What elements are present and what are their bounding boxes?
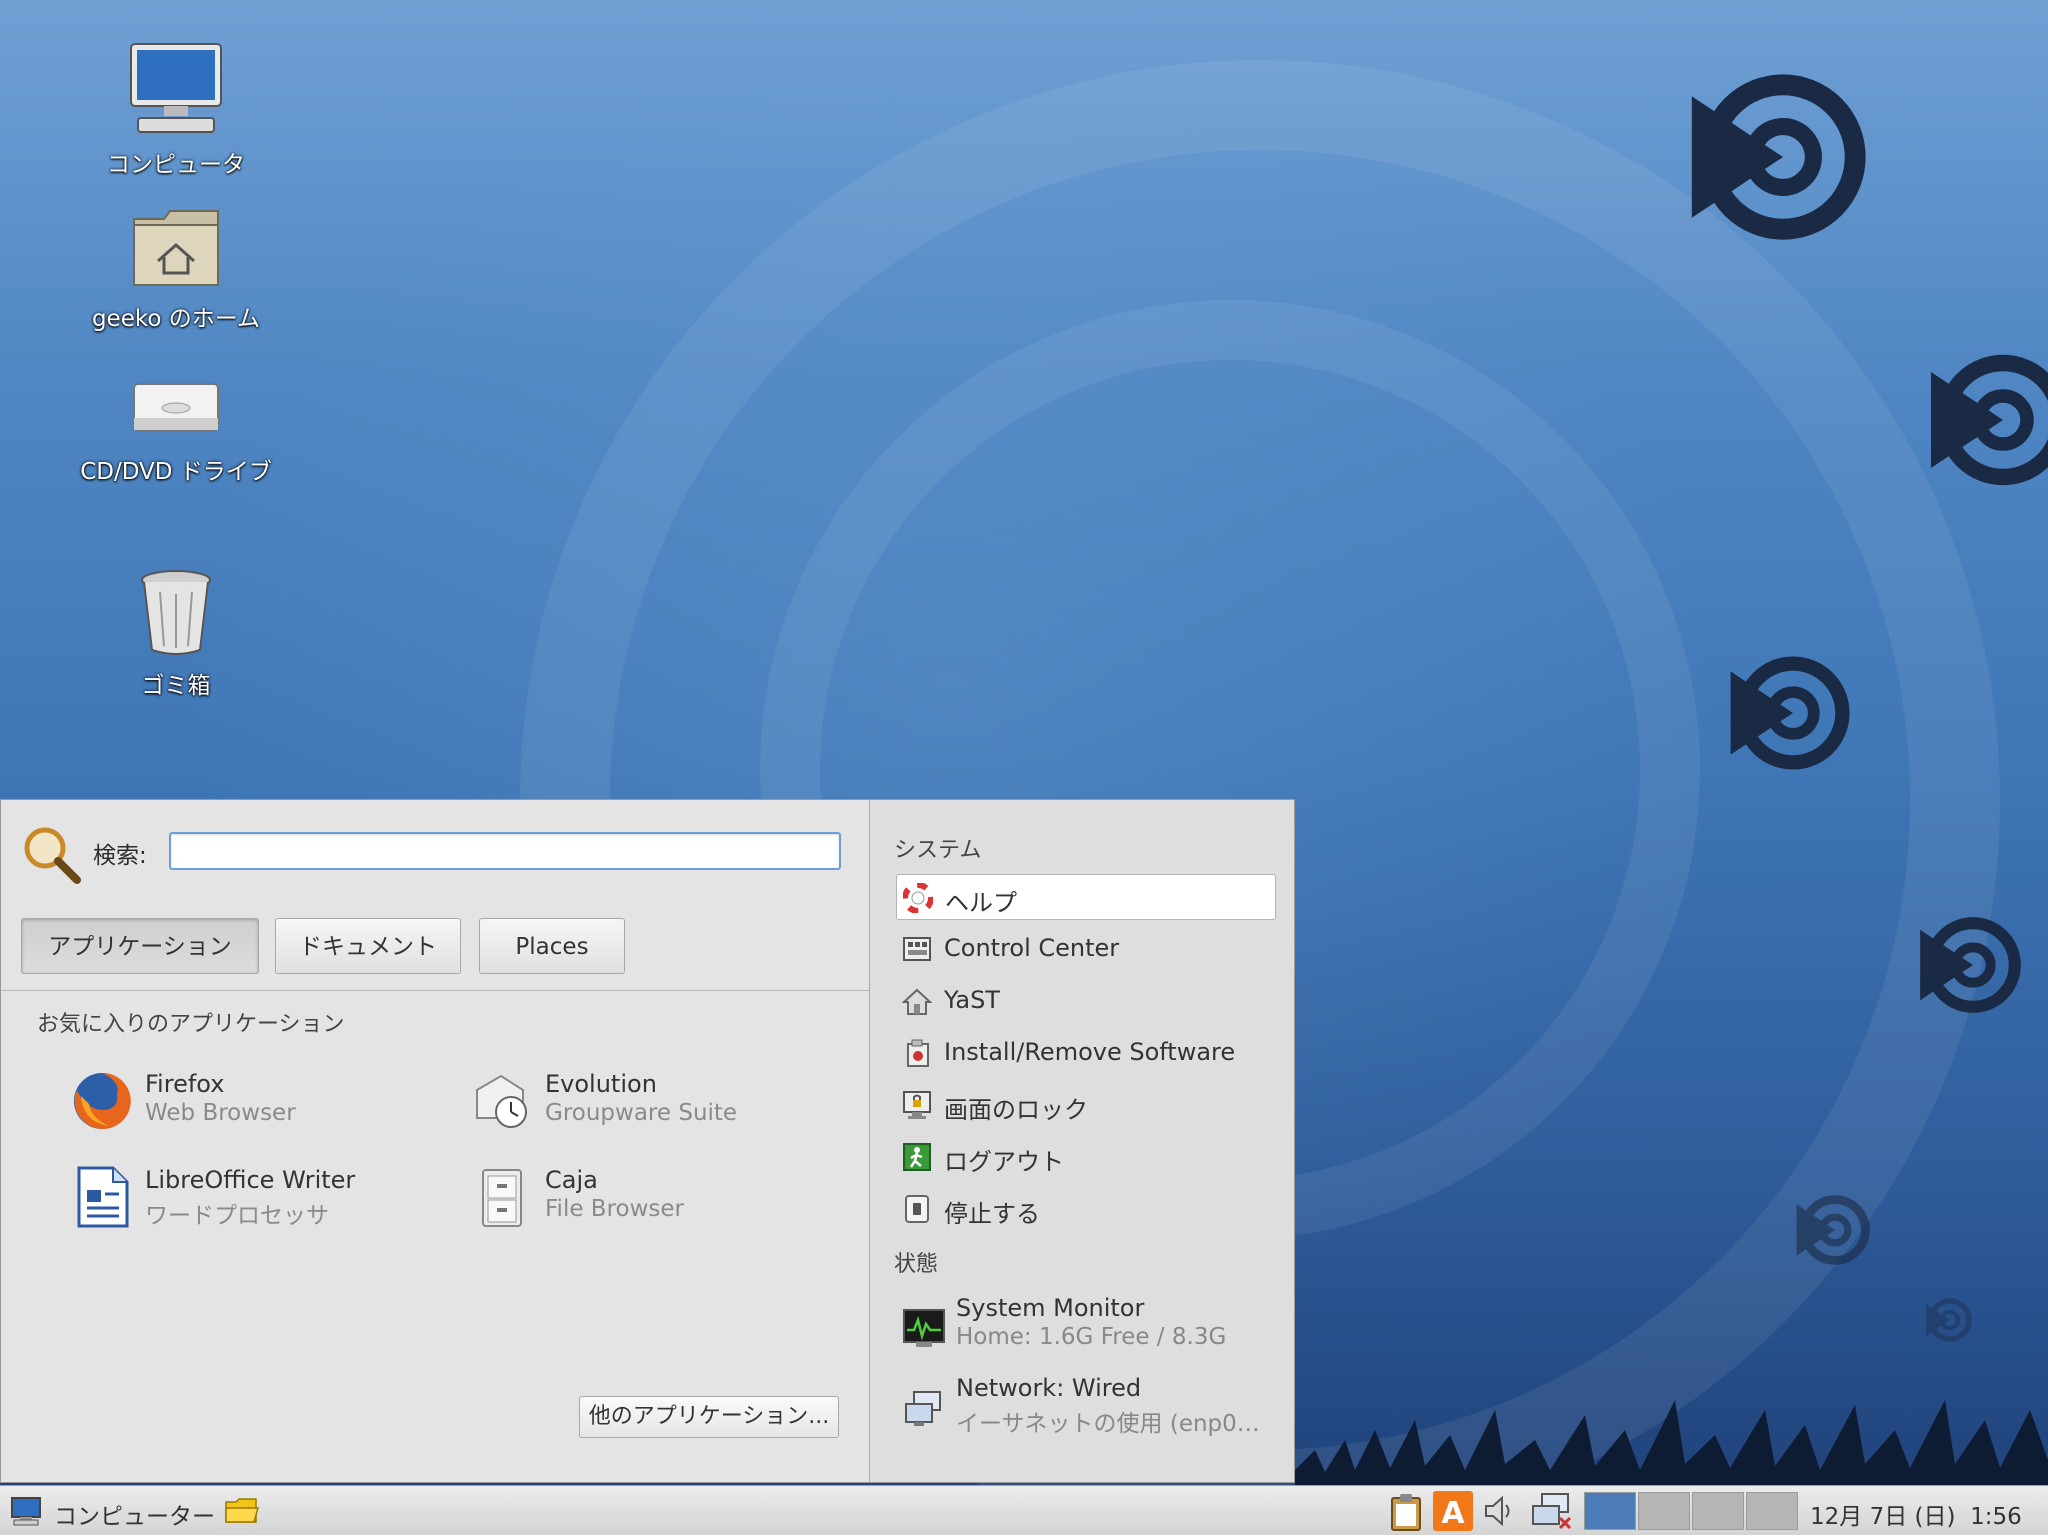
status-title-text: Network: Wired (956, 1374, 1142, 1402)
folder-icon[interactable] (224, 1496, 260, 1530)
desktop-home-folder[interactable]: geeko のホーム (66, 205, 286, 333)
system-item-logout[interactable]: ログアウト (896, 1134, 1276, 1180)
status-title-text: System Monitor (956, 1294, 1145, 1322)
system-item-label: 画面のロック (944, 1096, 1088, 1124)
input-method-icon[interactable]: A (1432, 1490, 1474, 1536)
tab-places[interactable]: Places (479, 918, 625, 974)
desktop-icon-label: コンピュータ (107, 152, 245, 178)
workspace-1[interactable] (1584, 1492, 1636, 1530)
clock[interactable]: 12月 7日 (日) 1:56 (1810, 1497, 2022, 1531)
desktop-computer[interactable]: コンピュータ (66, 40, 286, 179)
favorite-evolution[interactable]: Evolution Groupware Suite (471, 1066, 831, 1136)
more-applications-button[interactable]: 他のアプリケーション... (579, 1396, 839, 1438)
shutdown-icon (902, 1194, 932, 1224)
network-status-icon[interactable] (1530, 1492, 1574, 1534)
optical-drive-icon (66, 378, 286, 446)
system-item-label: 停止する (944, 1200, 1040, 1228)
trash-icon (66, 568, 286, 660)
favorite-libreoffice-writer[interactable]: LibreOffice Writer ワードプロセッサ (71, 1162, 431, 1232)
status-system-monitor[interactable]: System Monitor Home: 1.6G Free / 8.3G (896, 1294, 1286, 1364)
logo-mark-icon (1918, 910, 2028, 1024)
svg-text:A: A (1441, 1496, 1465, 1531)
favorite-caja[interactable]: Caja File Browser (471, 1162, 831, 1232)
system-item-control-center[interactable]: Control Center (896, 926, 1276, 972)
system-item-yast[interactable]: YaST (896, 978, 1276, 1024)
status-detail-text: Home: 1.6G Free / 8.3G (956, 1324, 1227, 1350)
evolution-icon (471, 1070, 533, 1132)
logo-mark-icon (1925, 1295, 1975, 1349)
desktop-cd-dvd-drive[interactable]: CD/DVD ドライブ (66, 378, 286, 486)
control-center-icon (902, 934, 932, 964)
writer-document-icon (71, 1166, 133, 1228)
system-item-label: Control Center (944, 934, 1120, 962)
help-lifebuoy-icon (902, 882, 934, 914)
network-wired-icon (902, 1386, 946, 1430)
favorite-firefox[interactable]: Firefox Web Browser (71, 1066, 431, 1136)
system-item-install-remove-software[interactable]: Install/Remove Software (896, 1030, 1276, 1076)
status-detail-text: イーサネットの使用 (enp0… (956, 1411, 1260, 1437)
clipboard-icon[interactable] (1386, 1492, 1426, 1536)
system-item-label: Install/Remove Software (944, 1038, 1236, 1066)
app-description: Web Browser (145, 1100, 296, 1126)
tab-applications[interactable]: アプリケーション (21, 918, 259, 974)
home-folder-icon (66, 205, 286, 293)
system-title: システム (894, 838, 982, 863)
magnifier-icon (21, 824, 83, 888)
volume-icon[interactable] (1482, 1494, 1518, 1532)
app-name: Evolution (545, 1070, 657, 1098)
workspace-2[interactable] (1638, 1492, 1690, 1530)
menu-left-pane: 検索: アプリケーション ドキュメント Places お気に入りのアプリケーショ… (1, 800, 870, 1482)
app-description: ワードプロセッサ (145, 1203, 329, 1229)
computer-icon (10, 1496, 42, 1530)
lock-screen-icon (902, 1090, 932, 1120)
system-item-label: ログアウト (944, 1148, 1064, 1176)
favorites-title: お気に入りのアプリケーション (37, 1012, 345, 1037)
app-name: Firefox (145, 1070, 225, 1098)
app-description: Groupware Suite (545, 1100, 738, 1126)
grass-decoration (1295, 1400, 2048, 1486)
system-item-help[interactable]: ヘルプ (896, 874, 1276, 920)
search-input[interactable] (169, 832, 841, 870)
logo-mark-icon (1928, 345, 2048, 499)
status-title: 状態 (894, 1252, 939, 1277)
logout-icon (902, 1142, 932, 1172)
app-name: LibreOffice Writer (145, 1166, 356, 1194)
desktop-icon-label: ゴミ箱 (141, 673, 211, 699)
desktop-icon-label: CD/DVD ドライブ (80, 459, 272, 485)
system-item-label: ヘルプ (945, 889, 1017, 917)
workspace-4[interactable] (1746, 1492, 1798, 1530)
app-description: File Browser (545, 1196, 684, 1222)
main-menu-button[interactable]: コンピューター (4, 1486, 215, 1536)
system-item-label: YaST (944, 986, 1000, 1014)
file-cabinet-icon (471, 1166, 533, 1228)
logo-mark-icon (1728, 648, 1858, 782)
logo-mark-icon (1795, 1190, 1875, 1274)
desktop-trash[interactable]: ゴミ箱 (66, 568, 286, 700)
desktop-icon-label: geeko のホーム (91, 306, 261, 332)
system-item-shutdown[interactable]: 停止する (896, 1186, 1276, 1232)
divider (1, 990, 869, 991)
software-install-icon (902, 1038, 932, 1068)
search-row: 検索: (19, 824, 849, 884)
app-name: Caja (545, 1166, 598, 1194)
system-item-lock-screen[interactable]: 画面のロック (896, 1082, 1276, 1128)
yast-icon (901, 986, 933, 1016)
main-menu-label: コンピューター (54, 1504, 215, 1530)
start-menu: 検索: アプリケーション ドキュメント Places お気に入りのアプリケーショ… (0, 799, 1295, 1483)
workspace-switcher (1584, 1486, 1800, 1536)
tab-documents[interactable]: ドキュメント (275, 918, 461, 974)
firefox-icon (71, 1070, 133, 1132)
logo-mark-icon (1688, 62, 1878, 256)
computer-icon (66, 40, 286, 139)
status-network-wired[interactable]: Network: Wired イーサネットの使用 (enp0… (896, 1374, 1286, 1444)
workspace-3[interactable] (1692, 1492, 1744, 1530)
search-label: 検索: (93, 843, 147, 869)
taskbar: コンピューター A 12月 7日 (日) 1:56 (0, 1485, 2048, 1535)
system-monitor-icon (902, 1306, 946, 1350)
menu-right-pane: システム ヘルプ Control Center YaST Install/Rem… (870, 800, 1294, 1482)
